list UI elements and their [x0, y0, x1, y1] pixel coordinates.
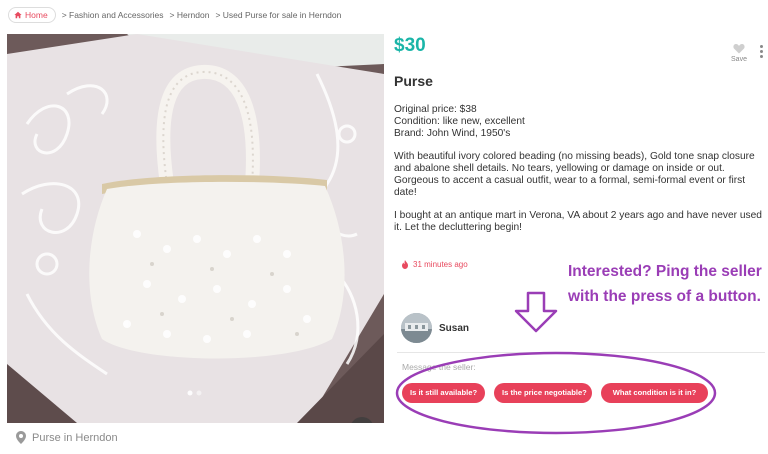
posted-time-text: 31 minutes ago: [413, 260, 468, 269]
avatar[interactable]: [401, 313, 432, 343]
quick-message-chips: Is it still available? Is the price nego…: [402, 383, 708, 403]
divider: [397, 352, 765, 353]
heart-icon: [733, 44, 745, 54]
quick-message-available-button[interactable]: Is it still available?: [402, 383, 485, 403]
save-label: Save: [731, 56, 747, 63]
breadcrumb-item-city[interactable]: > Herndon: [170, 10, 210, 20]
description-history: I bought at an antique mart in Verona, V…: [394, 210, 762, 233]
listing-price: $30: [394, 35, 426, 56]
save-button[interactable]: Save: [727, 43, 751, 63]
listing-location: Purse in Herndon: [16, 431, 118, 444]
quick-message-condition-button[interactable]: What condition is it in?: [601, 383, 708, 403]
seller-info[interactable]: Susan: [401, 313, 469, 343]
breadcrumb-item-current: > Used Purse for sale in Herndon: [215, 10, 342, 20]
listing-photo[interactable]: [7, 34, 384, 423]
seller-avatar-image: [401, 313, 432, 343]
description-features: With beautiful ivory colored beading (no…: [394, 151, 755, 198]
purse-photo-image: [7, 34, 384, 423]
breadcrumb: Home > Fashion and Accessories > Herndon…: [8, 6, 341, 24]
more-options-button[interactable]: [760, 45, 764, 58]
breadcrumb-home-label: Home: [25, 10, 48, 20]
posted-time: 31 minutes ago: [401, 260, 468, 269]
listing-description: Original price: $38 Condition: like new,…: [394, 104, 766, 246]
kebab-icon: [760, 45, 763, 48]
seller-name[interactable]: Susan: [439, 323, 469, 334]
breadcrumb-item-category[interactable]: > Fashion and Accessories: [62, 10, 164, 20]
description-details: Original price: $38 Condition: like new,…: [394, 104, 525, 139]
quick-message-negotiable-button[interactable]: Is the price negotiable?: [494, 383, 592, 403]
listing-title: Purse: [394, 73, 433, 89]
message-seller-label: Message the seller:: [402, 362, 476, 372]
annotation-callout: Interested? Ping the seller with the pre…: [568, 263, 762, 305]
fire-icon: [402, 260, 408, 269]
location-pin-icon: [16, 431, 26, 444]
breadcrumb-home[interactable]: Home: [8, 7, 56, 23]
location-text: Purse in Herndon: [32, 431, 118, 444]
down-arrow-icon: [514, 291, 558, 333]
home-icon: [14, 11, 22, 19]
